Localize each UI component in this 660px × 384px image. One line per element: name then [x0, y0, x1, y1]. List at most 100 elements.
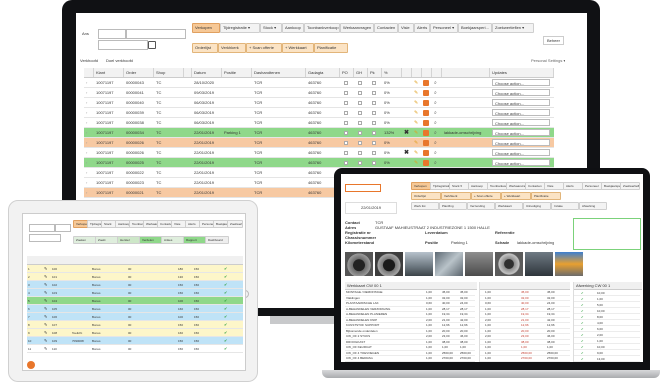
tablet-table-row[interactable]: 2 101 Bonus 00 130 150 ✎ ✔ [27, 273, 243, 281]
subtab-4[interactable]: Planificatie [314, 43, 348, 53]
action-button[interactable] [423, 160, 429, 166]
tab-10[interactable]: Boekjaarsperi... [458, 23, 492, 33]
tablet-row-icon[interactable]: ✎ [43, 329, 50, 337]
edit-icon[interactable]: ✎ [412, 148, 422, 158]
tablet-table-row[interactable]: 7 106 Bonus 00 100 150 ✎ ✔ [27, 313, 243, 321]
laptop-tab-1[interactable]: Tijdregistratie ▾ [430, 182, 450, 190]
column-header-datum[interactable]: Datum [192, 68, 222, 77]
checkbox-pk[interactable] [372, 161, 376, 165]
werkkaart-row[interactable]: CW_OF 4 BEDRAG 1,00 2700,00 2700,00 [345, 356, 475, 362]
update-select[interactable]: Choose action... [492, 89, 550, 96]
print-icon[interactable] [148, 41, 156, 49]
tab-0[interactable]: Verkopen [192, 23, 220, 33]
update-select[interactable]: Choose action... [492, 139, 550, 146]
damage-photo-8[interactable] [555, 252, 583, 276]
tablet-search-input[interactable] [55, 224, 71, 232]
verkhoofd-toggle[interactable]: Verkhoofd [80, 58, 98, 63]
damage-photo-1[interactable] [345, 252, 373, 276]
laptop-toolbar-6[interactable]: Afwerking [579, 202, 607, 210]
tablet-secondary-input[interactable] [29, 234, 61, 242]
checkbox-pk[interactable] [372, 141, 376, 145]
tablet-button-4[interactable]: Ankes [161, 236, 185, 244]
laptop-subtab-2[interactable]: + Scan offerte [471, 192, 501, 200]
damage-photo-6[interactable] [495, 252, 523, 276]
tab-1[interactable]: Tijdregistratie ▾ [220, 23, 260, 33]
beheer-button[interactable]: Beheer [543, 36, 564, 45]
laptop-tab-11[interactable]: Zoekwertieflen [620, 182, 640, 190]
tablet-row-icon[interactable]: ✎ [43, 297, 50, 305]
check-icon[interactable]: ✔ [580, 356, 587, 362]
tablet-table-row[interactable]: 3 102 Bonus 00 150 150 ✎ ✔ [27, 281, 243, 289]
laptop-tab-7[interactable]: Visie [544, 182, 564, 190]
tablet-table-row[interactable]: 11 110 Bonus 00 150 150 ✎ ✔ [27, 345, 243, 353]
checkbox-gh[interactable] [358, 151, 362, 155]
update-select[interactable]: Choose action... [492, 79, 550, 86]
laptop-subtab-4[interactable]: Planificatie [531, 192, 561, 200]
tablet-filter-select[interactable] [29, 224, 55, 232]
edit-icon[interactable]: ✎ [412, 118, 422, 128]
checkbox-po[interactable] [344, 121, 348, 125]
tab-7[interactable]: Visie [398, 23, 414, 33]
table-row[interactable]: › 10071197 00000025 TC 22/01/2019 TCR 463760 0%… [84, 158, 554, 168]
subtab-2[interactable]: + Scan offerte [246, 43, 282, 53]
checkbox-po[interactable] [344, 91, 348, 95]
tablet-row-icon[interactable]: ✎ [43, 321, 50, 329]
column-header-positie[interactable]: Positie [222, 68, 252, 77]
tablet-check-icon[interactable]: ✔ [223, 273, 230, 281]
tab-4[interactable]: Toonbankverkoop [304, 23, 340, 33]
table-row[interactable]: › 10071197 00000026 TC 22/01/2019 TCR 463760 0%… [84, 138, 554, 148]
checkbox-pk[interactable] [372, 121, 376, 125]
tablet-button-0[interactable]: Zoeken [73, 236, 97, 244]
table-row[interactable]: › 10071197 00000039 TC 06/03/2019 TCR 463760 0%… [84, 108, 554, 118]
edit-icon[interactable]: ✎ [412, 88, 422, 98]
tablet-check-icon[interactable]: ✔ [223, 305, 230, 313]
damage-photo-7[interactable] [525, 252, 553, 276]
column-header-order[interactable]: Order [124, 68, 154, 77]
edit-icon[interactable]: ✎ [412, 138, 422, 148]
edit-icon[interactable]: ✎ [412, 128, 422, 138]
search-icon[interactable]: ⌕ [432, 88, 442, 98]
update-select[interactable]: Choose action... [492, 149, 550, 156]
damage-photo-5[interactable] [465, 252, 493, 276]
tablet-button-5[interactable]: Rapport [183, 236, 207, 244]
tab-11[interactable]: Zoekwertieflen ▾ [492, 23, 534, 33]
action-button[interactable] [423, 80, 429, 86]
action-button[interactable] [423, 90, 429, 96]
tablet-button-2[interactable]: Herstel [117, 236, 141, 244]
laptop-subtab-3[interactable]: + Werkkaart [501, 192, 531, 200]
laptop-tab-10[interactable]: Boekjaarsperi... [601, 182, 621, 190]
checkbox-gh[interactable] [358, 161, 362, 165]
tablet-check-icon[interactable]: ✔ [223, 321, 230, 329]
tablet-row-icon[interactable]: ✎ [43, 281, 50, 289]
column-header-icon1[interactable] [184, 68, 192, 77]
checkbox-po[interactable] [344, 141, 348, 145]
edit-icon[interactable]: ✎ [412, 108, 422, 118]
column-header-dash[interactable]: Dashandtenen [252, 68, 306, 77]
tablet-check-icon[interactable]: ✔ [223, 329, 230, 337]
laptop-search-input[interactable] [345, 184, 381, 192]
tablet-check-icon[interactable]: ✔ [223, 289, 230, 297]
column-header-po[interactable]: PO [340, 68, 354, 77]
table-row[interactable]: › 10071197 00000041 TC 09/03/2019 TCR 463760 0%… [84, 88, 554, 98]
checkbox-gh[interactable] [358, 101, 362, 105]
checkbox-gh[interactable] [358, 121, 362, 125]
tab-9[interactable]: Personeel ▾ [430, 23, 458, 33]
tablet-row-icon[interactable]: ✎ [43, 345, 50, 353]
delete-icon[interactable]: ✖ [402, 128, 412, 138]
laptop-tab-3[interactable]: Aankoop [468, 182, 488, 190]
edit-icon[interactable]: ✎ [412, 158, 422, 168]
tablet-row-icon[interactable]: ✎ [43, 305, 50, 313]
action-button[interactable] [423, 100, 429, 106]
action-button[interactable] [423, 120, 429, 126]
laptop-toolbar-2[interactable]: Verzending [467, 202, 495, 210]
checkbox-gh[interactable] [358, 91, 362, 95]
subtab-1[interactable]: Verkhkerk [218, 43, 246, 53]
laptop-tab-6[interactable]: Contacten [525, 182, 545, 190]
update-select[interactable]: Choose action... [492, 119, 550, 126]
update-select[interactable]: Choose action... [492, 99, 550, 106]
tab-8[interactable]: Alerts [414, 23, 430, 33]
filter-select[interactable] [98, 29, 126, 39]
checkbox-pk[interactable] [372, 81, 376, 85]
column-header-update[interactable]: Updates [490, 68, 554, 77]
table-row[interactable]: › 10071197 00000034 TC 22/01/2019 Parking 1 TC… [84, 128, 554, 138]
